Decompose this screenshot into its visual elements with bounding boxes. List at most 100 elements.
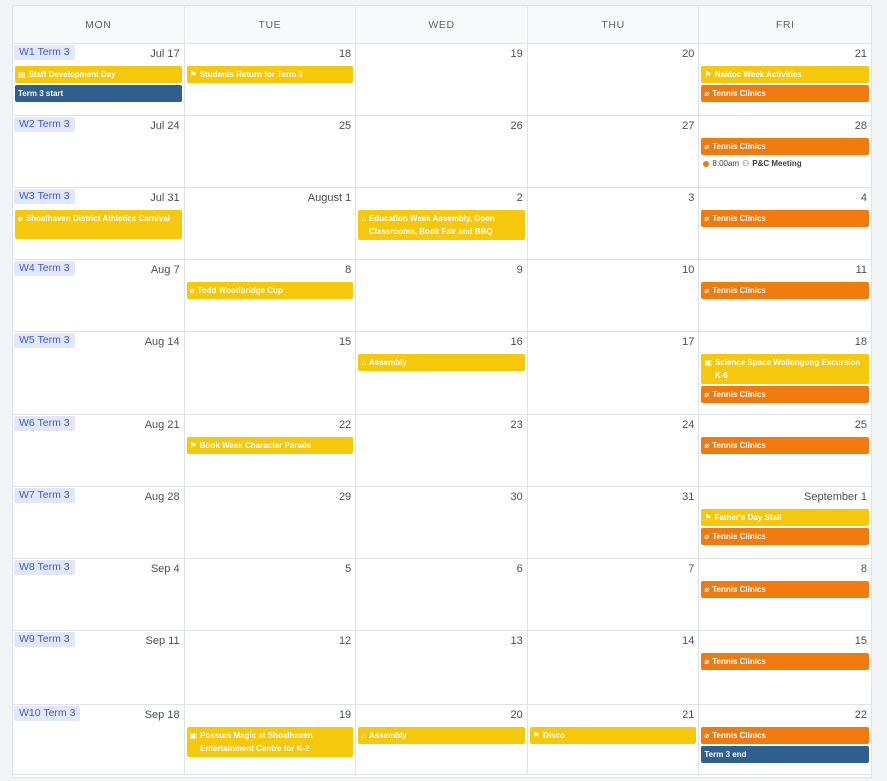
- day-cell[interactable]: August 1: [185, 188, 357, 259]
- event-title: Tennis Clinics: [712, 731, 766, 740]
- event-chip[interactable]: ⚑ Students Return for Term 3: [186, 66, 354, 83]
- racket-icon: ⌀: [704, 657, 710, 666]
- school-icon: ⌂: [361, 214, 367, 223]
- event-title: Tennis Clinics: [712, 441, 766, 450]
- event-chip[interactable]: ⌀ Tennis Clinics: [701, 528, 869, 545]
- day-cell[interactable]: 25 ⌀ Tennis Clinics: [699, 415, 871, 486]
- day-cell[interactable]: 8 ⌀ Tennis Clinics: [699, 559, 871, 630]
- day-cell[interactable]: 4 ⌀ Tennis Clinics: [699, 188, 871, 259]
- event-chip[interactable]: ▣ Possum Magic at Shoalhaven Entertainmen…: [186, 727, 354, 757]
- racket-icon: ⌀: [704, 89, 710, 98]
- day-cell[interactable]: 21 ⚑ Naidoc Week Activities ⌀ Tennis Clinics: [699, 44, 871, 115]
- calendar: MON TUE WED THU FRI W1 Term 3 Jul 17 ▤ Staf…: [12, 5, 872, 778]
- day-number: Sep 4: [150, 563, 180, 575]
- day-cell[interactable]: 16 ⌂ Assembly: [356, 332, 528, 414]
- day-cell[interactable]: September 1 ⚑ Father's Day Stall ⌀ Tennis Cl…: [699, 487, 871, 558]
- day-cell[interactable]: 17: [528, 332, 700, 414]
- day-cell[interactable]: 3: [528, 188, 700, 259]
- event-chip[interactable]: ⌂ Education Week Assembly, Open Classroom…: [358, 210, 525, 240]
- day-cell[interactable]: W6 Term 3 Aug 21: [13, 415, 185, 486]
- event-chip[interactable]: Term 3 end: [701, 746, 869, 763]
- day-cell[interactable]: 2 ⌂ Education Week Assembly, Open Classroo…: [356, 188, 528, 259]
- day-cell[interactable]: 30: [356, 487, 528, 558]
- day-cell[interactable]: 31: [528, 487, 700, 558]
- day-cell[interactable]: 7: [528, 559, 700, 630]
- event-title: Education Week Assembly, Open Classrooms…: [369, 214, 495, 236]
- day-cell[interactable]: 19: [356, 44, 528, 115]
- racket-icon: ⌀: [704, 441, 710, 450]
- event-chip[interactable]: Term 3 start: [15, 85, 182, 102]
- day-cell[interactable]: 15 ⌀ Tennis Clinics: [699, 631, 871, 704]
- day-cell[interactable]: W10 Term 3 Sep 18: [13, 705, 185, 774]
- day-cell[interactable]: 12: [185, 631, 357, 704]
- racket-icon: ⌀: [704, 214, 710, 223]
- bell-icon: ⚑: [704, 513, 712, 522]
- day-cell[interactable]: 20 ⌂ Assembly: [356, 705, 528, 774]
- day-cell[interactable]: 20: [528, 44, 700, 115]
- day-number: 8: [345, 264, 352, 276]
- event-chip[interactable]: ⚑ Father's Day Stall: [701, 509, 869, 526]
- event-chip[interactable]: ▣ Science Space Wollongong Excursion K-6: [701, 354, 869, 384]
- day-cell[interactable]: 22 ⌀ Tennis Clinics Term 3 end: [699, 705, 871, 774]
- day-number: 7: [688, 563, 695, 575]
- day-cell[interactable]: 15: [185, 332, 357, 414]
- event-title: Staff Development Day: [28, 70, 116, 79]
- event-chip[interactable]: ▤ Staff Development Day: [15, 66, 182, 83]
- day-cell[interactable]: 5: [185, 559, 357, 630]
- day-cell[interactable]: W1 Term 3 Jul 17 ▤ Staff Development Day Ter…: [13, 44, 185, 115]
- dow-tue: TUE: [185, 6, 357, 43]
- event-chip[interactable]: ⌀ Shoalhaven District Athletics Carnival: [15, 210, 182, 239]
- day-cell[interactable]: 14: [528, 631, 700, 704]
- day-cell[interactable]: 8 ⌀ Todd Woodbridge Cup: [185, 260, 357, 331]
- day-cell[interactable]: 21 ⚑ Disco: [528, 705, 700, 774]
- event-chip[interactable]: ⌀ Tennis Clinics: [701, 581, 869, 598]
- day-cell[interactable]: 19 ▣ Possum Magic at Shoalhaven Entertainm…: [185, 705, 357, 774]
- event-chip[interactable]: ⌀ Tennis Clinics: [701, 138, 869, 155]
- day-cell[interactable]: W2 Term 3 Jul 24: [13, 116, 185, 187]
- day-cell[interactable]: 28 ⌀ Tennis Clinics 8:00am ⚇ P&C Meeting: [699, 116, 871, 187]
- day-cell[interactable]: 22 ⚑ Book Week Character Parade: [185, 415, 357, 486]
- day-cell[interactable]: 29: [185, 487, 357, 558]
- event-chip[interactable]: ⚑ Book Week Character Parade: [186, 437, 354, 454]
- day-cell[interactable]: 27: [528, 116, 700, 187]
- day-cell[interactable]: 24: [528, 415, 700, 486]
- event-chip[interactable]: ⌀ Tennis Clinics: [701, 437, 869, 454]
- day-cell[interactable]: W3 Term 3 Jul 31 ⌀ Shoalhaven District Athl…: [13, 188, 185, 259]
- day-cell[interactable]: 18 ⚑ Students Return for Term 3: [185, 44, 357, 115]
- timed-event[interactable]: 8:00am ⚇ P&C Meeting: [703, 157, 867, 170]
- day-number: 20: [682, 48, 695, 60]
- calendar-grid: W1 Term 3 Jul 17 ▤ Staff Development Day Ter…: [13, 44, 871, 775]
- day-cell[interactable]: W8 Term 3 Sep 4: [13, 559, 185, 630]
- event-chip[interactable]: ⌀ Tennis Clinics: [701, 282, 869, 299]
- event-chip[interactable]: ⌀ Todd Woodbridge Cup: [186, 282, 354, 299]
- event-dot: [703, 160, 710, 167]
- event-chip[interactable]: ⌀ Tennis Clinics: [701, 727, 869, 744]
- week-row: W1 Term 3 Jul 17 ▤ Staff Development Day Ter…: [13, 44, 871, 116]
- event-chip[interactable]: ⌂ Assembly: [358, 727, 525, 744]
- day-cell[interactable]: W7 Term 3 Aug 28: [13, 487, 185, 558]
- day-cell[interactable]: 10: [528, 260, 700, 331]
- day-cell[interactable]: 18 ▣ Science Space Wollongong Excursion K-…: [699, 332, 871, 414]
- day-cell[interactable]: W9 Term 3 Sep 11: [13, 631, 185, 704]
- event-chip[interactable]: ⌀ Tennis Clinics: [701, 85, 869, 102]
- event-chip[interactable]: ⚑ Disco: [529, 727, 697, 744]
- day-cell[interactable]: 11 ⌀ Tennis Clinics: [699, 260, 871, 331]
- event-chip[interactable]: ⌀ Tennis Clinics: [701, 210, 869, 227]
- event-chip[interactable]: ⌂ Assembly: [358, 354, 525, 371]
- day-cell[interactable]: W5 Term 3 Aug 14: [13, 332, 185, 414]
- event-title: Tennis Clinics: [712, 657, 766, 666]
- week-row: W10 Term 3 Sep 18 19 ▣ Possum Magic at Shoal…: [13, 705, 871, 775]
- day-cell[interactable]: 6: [356, 559, 528, 630]
- event-chip[interactable]: ⚑ Naidoc Week Activities: [701, 66, 869, 83]
- day-cell[interactable]: 25: [185, 116, 357, 187]
- day-cell[interactable]: W4 Term 3 Aug 7: [13, 260, 185, 331]
- event-chip[interactable]: ⌀ Tennis Clinics: [701, 653, 869, 670]
- day-number: 19: [510, 48, 523, 60]
- day-cell[interactable]: 26: [356, 116, 528, 187]
- event-chip[interactable]: ⌀ Tennis Clinics: [701, 386, 869, 403]
- day-cell[interactable]: 9: [356, 260, 528, 331]
- day-cell[interactable]: 13: [356, 631, 528, 704]
- day-number: 3: [688, 192, 695, 204]
- racket-icon: ⌀: [18, 214, 23, 223]
- day-cell[interactable]: 23: [356, 415, 528, 486]
